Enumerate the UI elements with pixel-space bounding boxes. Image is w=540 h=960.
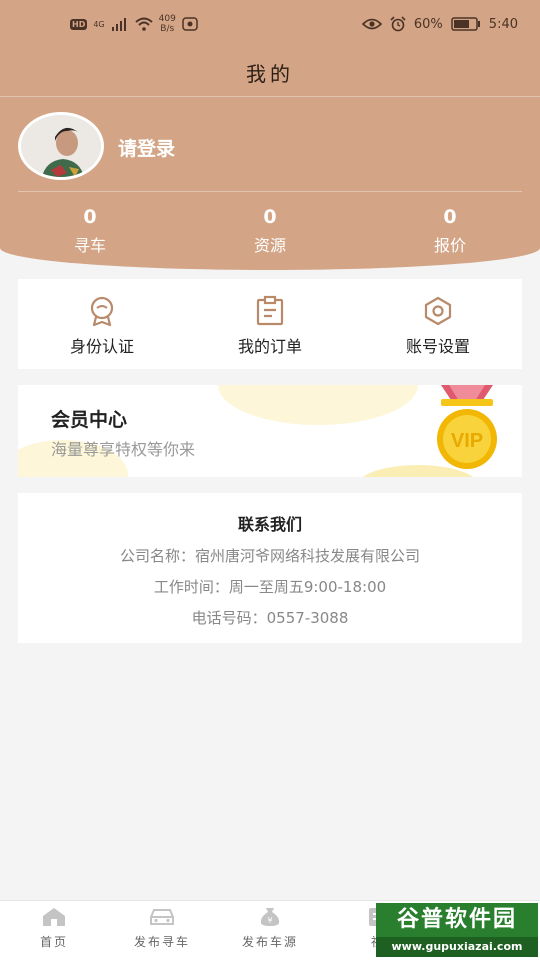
login-link[interactable]: 请登录 xyxy=(118,134,175,161)
tab-label: 发布车源 xyxy=(241,935,298,949)
contact-title: 联系我们 xyxy=(237,515,302,534)
tab-label: 发布寻车 xyxy=(133,935,190,949)
vip-title: 会员中心 xyxy=(51,409,128,431)
watermark-url: www.gupuxiazai.com xyxy=(376,937,538,957)
hex-settings-icon xyxy=(424,296,452,326)
stat-label: 报价 xyxy=(433,236,466,255)
watermark-title: 谷普软件园 xyxy=(376,903,538,937)
avatar[interactable] xyxy=(18,112,104,180)
banner-decoration xyxy=(218,385,418,425)
identity-verification-button[interactable]: 身份认证 xyxy=(18,279,186,369)
my-orders-button[interactable]: 我的订单 xyxy=(186,279,354,369)
stat-baojia[interactable]: 0 报价 xyxy=(390,206,510,256)
home-icon xyxy=(43,908,65,926)
stat-value: 0 xyxy=(443,206,457,228)
vip-banner[interactable]: 会员中心 海量尊享特权等你来 VIP xyxy=(18,385,522,477)
account-settings-button[interactable]: 账号设置 xyxy=(354,279,522,369)
stat-value: 0 xyxy=(263,206,277,228)
contact-card: 联系我们 公司名称：宿州唐河爷网络科技发展有限公司 工作时间：周一至周五9:00… xyxy=(18,493,522,643)
stat-value: 0 xyxy=(83,206,97,228)
signal-icon xyxy=(111,18,126,31)
quick-label: 账号设置 xyxy=(405,337,470,356)
hd-badge: HD xyxy=(70,18,88,30)
vip-medal-icon: VIP xyxy=(437,385,497,469)
app-notification-icon xyxy=(182,17,198,31)
page-title: 我的 xyxy=(246,62,294,86)
car-icon xyxy=(150,909,174,925)
stat-label: 资源 xyxy=(253,236,286,255)
stat-ziyuan[interactable]: 0 资源 xyxy=(210,206,330,256)
eye-icon xyxy=(361,18,382,30)
status-bar: HD 4G 409 B/s 60% 5:40 xyxy=(0,0,540,52)
clock: 5:40 xyxy=(488,16,518,32)
header-divider xyxy=(0,96,540,97)
tab-post-search[interactable]: 发布寻车 xyxy=(108,907,216,950)
phone-number[interactable]: 电话号码：0557-3088 xyxy=(18,607,522,628)
quick-label: 我的订单 xyxy=(237,337,302,356)
quick-label: 身份认证 xyxy=(69,337,134,356)
badge-icon xyxy=(90,296,114,327)
clipboard-icon xyxy=(256,295,284,326)
site-watermark: 谷普软件园 www.gupuxiazai.com xyxy=(376,903,538,957)
stat-label: 寻车 xyxy=(73,236,106,255)
medal-text: VIP xyxy=(451,430,483,452)
tab-label: 首页 xyxy=(39,935,68,949)
stat-xunche[interactable]: 0 寻车 xyxy=(30,206,150,256)
user-divider xyxy=(18,191,522,192)
svg-text:¥: ¥ xyxy=(267,916,272,925)
net-speed: 409 B/s xyxy=(158,14,176,34)
company-name: 公司名称：宿州唐河爷网络科技发展有限公司 xyxy=(119,547,420,565)
tab-home[interactable]: 首页 xyxy=(0,907,108,950)
money-bag-icon: ¥ xyxy=(260,908,280,926)
wifi-icon xyxy=(134,17,153,31)
network-type: 4G xyxy=(93,19,105,29)
tab-post-source[interactable]: ¥ 发布车源 xyxy=(216,907,324,950)
vip-subtitle: 海量尊享特权等你来 xyxy=(51,440,196,459)
alarm-icon xyxy=(390,16,406,32)
quick-actions-card: 身份认证 我的订单 账号设置 xyxy=(18,279,522,369)
work-hours: 工作时间：周一至周五9:00-18:00 xyxy=(153,578,387,596)
battery-icon xyxy=(451,17,480,31)
battery-percent: 60% xyxy=(413,16,443,32)
